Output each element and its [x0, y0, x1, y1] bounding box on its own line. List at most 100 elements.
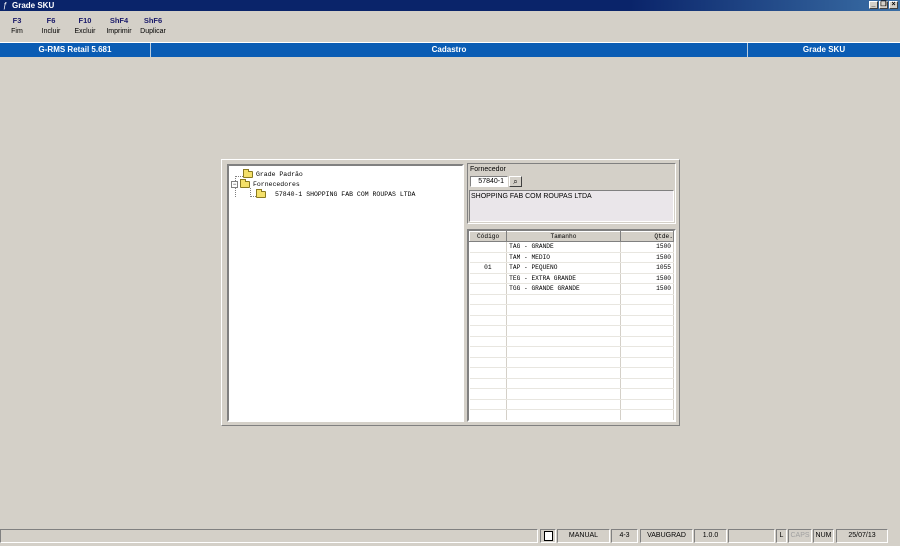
- cell-tamanho: [506, 315, 621, 326]
- table-row[interactable]: TAM - MEDIO 1500: [469, 252, 674, 263]
- fim-button[interactable]: F3 Fim: [0, 14, 34, 40]
- cell-tamanho: [506, 399, 621, 410]
- app-icon: ƒ: [3, 1, 8, 10]
- cell-tamanho: [506, 294, 621, 305]
- table-row[interactable]: [469, 325, 674, 337]
- fkey-key: F3: [12, 16, 22, 25]
- cell-codigo: [469, 294, 508, 305]
- cell-tamanho: [506, 367, 621, 379]
- folder-icon: [243, 169, 253, 178]
- table-row[interactable]: [469, 304, 674, 316]
- cell-qtde: 1055: [620, 262, 674, 274]
- table-row[interactable]: [469, 378, 674, 389]
- cell-codigo: [469, 336, 508, 347]
- cell-codigo: [469, 273, 508, 284]
- tree-node-grade-padrao[interactable]: Grade Padrão: [243, 169, 303, 178]
- table-row[interactable]: [469, 367, 674, 379]
- document-icon: [540, 529, 556, 543]
- table-row[interactable]: 01 TAP - PEQUENO 1055: [469, 262, 674, 274]
- cell-codigo: [469, 252, 508, 263]
- cell-qtde: [620, 304, 674, 316]
- incluir-button[interactable]: F6 Incluir: [34, 14, 68, 40]
- cell-qtde: [620, 357, 674, 368]
- cell-codigo: [469, 367, 508, 379]
- screen-name: Grade SKU: [802, 45, 846, 54]
- status-l: L: [776, 529, 787, 543]
- fkey-label: Excluir: [74, 28, 96, 35]
- function-key-toolbar: F3 Fim F6 Incluir F10 Excluir ShF4 Impri…: [0, 14, 170, 40]
- cell-tamanho: [506, 409, 621, 420]
- cell-qtde: 1500: [620, 273, 674, 284]
- cell-tamanho: TEG - EXTRA GRANDE: [506, 273, 621, 284]
- tree-node-fornecedor[interactable]: 57840-1 SHOPPING FAB COM ROUPAS LTDA: [256, 189, 415, 198]
- cell-codigo: [469, 283, 508, 295]
- table-row[interactable]: TGG - GRANDE GRANDE 1500: [469, 283, 674, 295]
- col-codigo-header[interactable]: Código: [469, 231, 508, 242]
- tree-connector: [235, 176, 243, 177]
- cell-codigo: [469, 315, 508, 326]
- table-row[interactable]: [469, 294, 674, 305]
- fkey-label: Duplicar: [140, 28, 166, 35]
- collapse-icon[interactable]: −: [231, 181, 238, 188]
- fornecedor-code-field[interactable]: 57840-1: [470, 176, 508, 187]
- cell-qtde: [620, 409, 674, 420]
- window-controls: _ ❐ ×: [869, 1, 898, 9]
- status-version: 1.0.0: [694, 529, 727, 543]
- status-caps: CAPS: [788, 529, 812, 543]
- fkey-key: F10: [78, 16, 92, 25]
- table-row[interactable]: TAG - GRANDE 1500: [469, 241, 674, 253]
- imprimir-button[interactable]: ShF4 Imprimir: [102, 14, 136, 40]
- status-date: 25/07/13: [836, 529, 888, 543]
- table-row[interactable]: [469, 346, 674, 358]
- title-bar: ƒ Grade SKU _ ❐ ×: [0, 0, 900, 11]
- cell-codigo: [469, 304, 508, 316]
- cell-qtde: [620, 325, 674, 337]
- cell-qtde: [620, 294, 674, 305]
- tree-view[interactable]: Grade Padrão − Fornecedores 57840-1 SHOP…: [227, 164, 464, 422]
- restore-button[interactable]: ❐: [879, 1, 888, 9]
- cell-tamanho: [506, 325, 621, 337]
- duplicar-button[interactable]: ShF6 Duplicar: [136, 14, 170, 40]
- cell-codigo: 01: [469, 262, 508, 274]
- cell-tamanho: TGG - GRANDE GRANDE: [506, 283, 621, 295]
- cell-tamanho: [506, 336, 621, 347]
- cell-codigo: [469, 357, 508, 368]
- col-qtde-header[interactable]: Qtde.: [619, 231, 674, 242]
- cell-qtde: 1500: [620, 241, 674, 253]
- table-row[interactable]: [469, 315, 674, 326]
- cell-tamanho: [506, 357, 621, 368]
- table-row[interactable]: [469, 399, 674, 410]
- cell-tamanho: TAG - GRANDE: [506, 241, 621, 253]
- table-header-row: Código Tamanho Qtde.: [469, 231, 674, 242]
- table-row[interactable]: [469, 357, 674, 368]
- table-row[interactable]: [469, 336, 674, 347]
- tree-node-label: Fornecedores: [253, 181, 300, 188]
- cell-qtde: [620, 315, 674, 326]
- fkey-label: Imprimir: [106, 28, 132, 35]
- cell-qtde: [620, 346, 674, 358]
- sku-grid[interactable]: Código Tamanho Qtde. TAG - GRANDE 1500 TAM…: [467, 229, 676, 422]
- cell-codigo: [469, 241, 508, 253]
- table-body: TAG - GRANDE 1500 TAM - MEDIO 1500 01 TAP - P…: [469, 241, 674, 420]
- right-panel: Fornecedor 57840-1 ⌕ SHOPPING FAB COM RO…: [467, 163, 676, 422]
- cell-codigo: [469, 388, 508, 400]
- main-frame: Grade Padrão − Fornecedores 57840-1 SHOP…: [221, 159, 680, 426]
- binoculars-icon[interactable]: ⌕: [509, 176, 522, 187]
- fkey-label: Incluir: [41, 28, 61, 35]
- col-tamanho-header[interactable]: Tamanho: [506, 231, 621, 242]
- module-name: Cadastro: [151, 43, 748, 57]
- table-row[interactable]: TEG - EXTRA GRANDE 1500: [469, 273, 674, 284]
- fornecedor-group: Fornecedor 57840-1 ⌕ SHOPPING FAB COM RO…: [467, 163, 676, 224]
- excluir-button[interactable]: F10 Excluir: [68, 14, 102, 40]
- tree-node-fornecedores[interactable]: − Fornecedores: [231, 179, 300, 188]
- close-button[interactable]: ×: [889, 1, 898, 9]
- fkey-key: F6: [46, 16, 56, 25]
- table-row[interactable]: [469, 409, 674, 420]
- cell-qtde: [620, 367, 674, 379]
- table-row[interactable]: [469, 388, 674, 400]
- cell-tamanho: TAM - MEDIO: [506, 252, 621, 263]
- cell-qtde: [620, 378, 674, 389]
- folder-open-icon: [240, 179, 250, 188]
- tree-node-label: Grade Padrão: [256, 171, 303, 178]
- minimize-button[interactable]: _: [869, 1, 878, 9]
